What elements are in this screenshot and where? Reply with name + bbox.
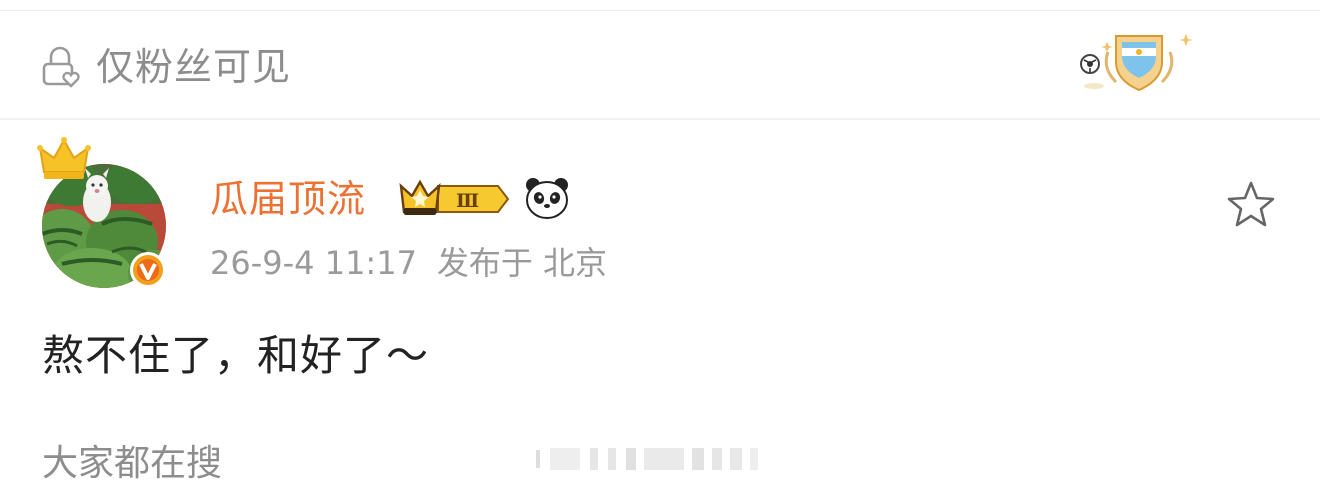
- panda-icon: [526, 178, 568, 219]
- section-divider: [0, 118, 1320, 120]
- post-text: 熬不住了，和好了～: [42, 331, 430, 380]
- argentina-football-badge-icon: [1080, 34, 1193, 92]
- post-timestamp: 26-9-4 11:17: [210, 244, 417, 282]
- author-avatar-group[interactable]: [36, 136, 176, 292]
- crown-icon: [37, 137, 91, 179]
- post-location: 北京: [542, 244, 607, 282]
- location-prefix: 发布于: [436, 244, 533, 282]
- author-name[interactable]: 瓜届顶流: [210, 176, 366, 222]
- visibility-label: 仅粉丝可见: [96, 45, 292, 89]
- vip-level: Ⅲ: [456, 190, 479, 212]
- post-meta: 26-9-4 11:17 发布于 北京: [210, 243, 627, 283]
- lock-heart-icon: [42, 46, 80, 88]
- vip-crown-icon: Ⅲ: [399, 179, 510, 215]
- trending-loading-placeholder: [536, 448, 758, 470]
- verified-icon: [130, 252, 166, 288]
- trending-label: 大家都在搜: [42, 443, 223, 484]
- favorite-star-icon[interactable]: [1224, 178, 1278, 232]
